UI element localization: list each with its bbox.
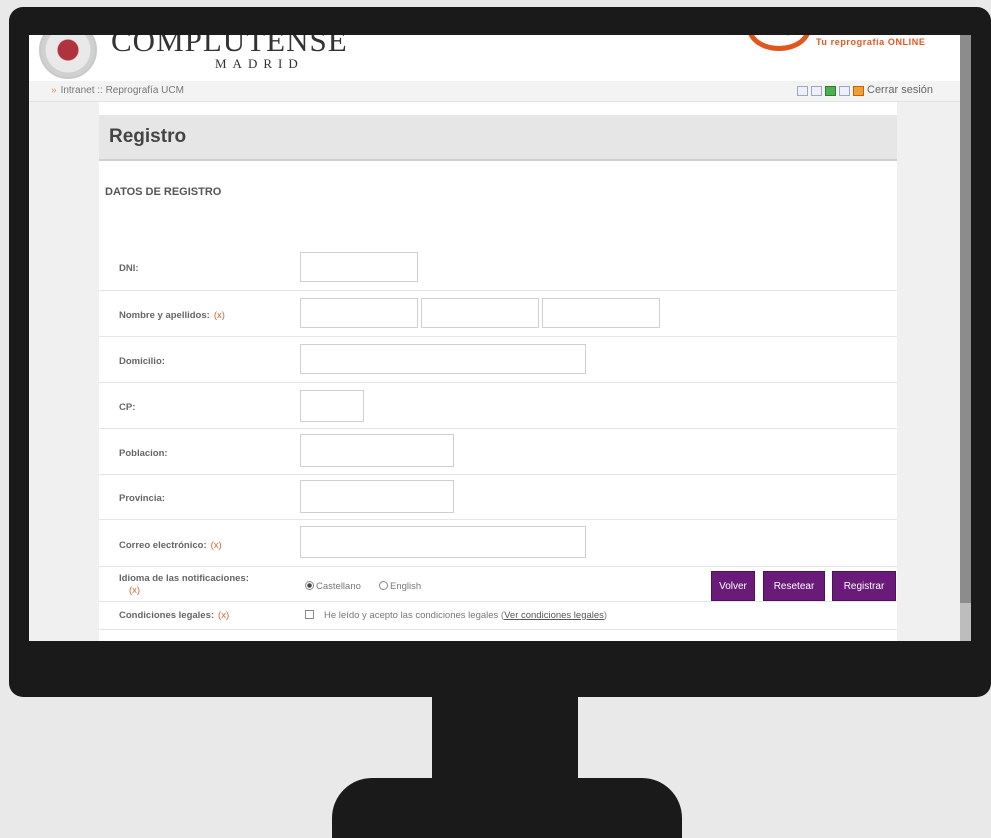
ver-condiciones-link[interactable]: Ver condiciones legales <box>504 610 604 621</box>
cp-input[interactable] <box>300 390 364 422</box>
correo-input[interactable] <box>300 526 586 558</box>
resetear-button[interactable]: Resetear <box>763 571 825 601</box>
apellido2-input[interactable] <box>542 298 660 328</box>
monitor-stand-neck <box>432 696 578 788</box>
print-icon[interactable] <box>797 86 808 96</box>
monitor-stand-base <box>332 778 682 838</box>
reprografia-logo-icon <box>747 35 811 51</box>
nav-bar: » Intranet :: Reprografía UCM Cerrar sesi… <box>29 81 971 102</box>
mail-icon[interactable] <box>811 86 822 96</box>
help-icon[interactable] <box>825 86 836 96</box>
dni-input[interactable] <box>300 252 418 282</box>
form-row-condiciones: Condiciones legales: (x) He leído y acept… <box>99 602 897 630</box>
breadcrumb-text[interactable]: Intranet :: Reprografía UCM <box>61 85 184 96</box>
scrollbar-thumb[interactable] <box>960 35 971 603</box>
browser-screen: COMPLUTENSE MADRID Tu reprografía ONLINE… <box>29 35 971 641</box>
condiciones-accept: He leído y acepto las condiciones legale… <box>305 610 607 621</box>
breadcrumb: » Intranet :: Reprografía UCM <box>51 85 184 96</box>
form-row-poblacion: Poblacion: <box>99 429 897 475</box>
settings-icon[interactable] <box>839 86 850 96</box>
required-mark: (x) <box>210 540 222 551</box>
provincia-input[interactable] <box>300 480 454 513</box>
domicilio-label: Domicilio: <box>119 356 165 367</box>
form-row-dni: DNI: <box>99 245 897 291</box>
domicilio-input[interactable] <box>300 344 586 374</box>
breadcrumb-arrow-icon: » <box>51 85 57 96</box>
form-row-domicilio: Domicilio: <box>99 337 897 383</box>
title-bar: Registro <box>99 115 897 161</box>
registrar-button[interactable]: Registrar <box>832 571 896 601</box>
university-seal-logo <box>39 35 97 79</box>
provincia-label: Provincia: <box>119 493 165 504</box>
idioma-label: Idioma de las notificaciones: (x) <box>119 573 249 596</box>
radio-castellano[interactable]: Castellano <box>305 581 361 592</box>
nombre-label: Nombre y apellidos: (x) <box>119 310 225 321</box>
form-row-nombre: Nombre y apellidos: (x) <box>99 291 897 337</box>
site-header: COMPLUTENSE MADRID Tu reprografía ONLINE <box>29 35 971 81</box>
condiciones-label: Condiciones legales: (x) <box>119 610 230 621</box>
nombre-input[interactable] <box>300 298 418 328</box>
cp-label: CP: <box>119 402 136 413</box>
user-icon[interactable] <box>853 86 864 96</box>
reprografia-tagline: Tu reprografía ONLINE <box>816 37 926 47</box>
dni-label: DNI: <box>119 263 139 274</box>
form-row-provincia: Provincia: <box>99 475 897 520</box>
apellido1-input[interactable] <box>421 298 539 328</box>
page-title: Registro <box>109 126 187 147</box>
monitor-frame: COMPLUTENSE MADRID Tu reprografía ONLINE… <box>9 7 991 697</box>
required-mark: (x) <box>218 610 230 621</box>
required-mark: (x) <box>129 585 141 596</box>
main-content: Registro DATOS DE REGISTRO DNI: Nombre y… <box>99 102 897 641</box>
form-row-cp: CP: <box>99 383 897 429</box>
condiciones-checkbox[interactable] <box>305 610 314 619</box>
volver-button[interactable]: Volver <box>711 571 755 601</box>
left-margin <box>29 102 99 641</box>
section-heading: DATOS DE REGISTRO <box>105 186 222 198</box>
correo-label: Correo electrónico: (x) <box>119 540 222 551</box>
radio-unselected-icon[interactable] <box>379 581 388 590</box>
university-city: MADRID <box>215 56 304 71</box>
poblacion-label: Poblacion: <box>119 448 168 459</box>
poblacion-input[interactable] <box>300 434 454 467</box>
radio-selected-icon[interactable] <box>305 581 314 590</box>
logout-link[interactable]: Cerrar sesión <box>867 84 933 96</box>
toolbar-icons <box>797 86 864 96</box>
required-mark: (x) <box>213 310 225 321</box>
form-row-correo: Correo electrónico: (x) <box>99 520 897 567</box>
radio-english[interactable]: English <box>379 581 421 592</box>
